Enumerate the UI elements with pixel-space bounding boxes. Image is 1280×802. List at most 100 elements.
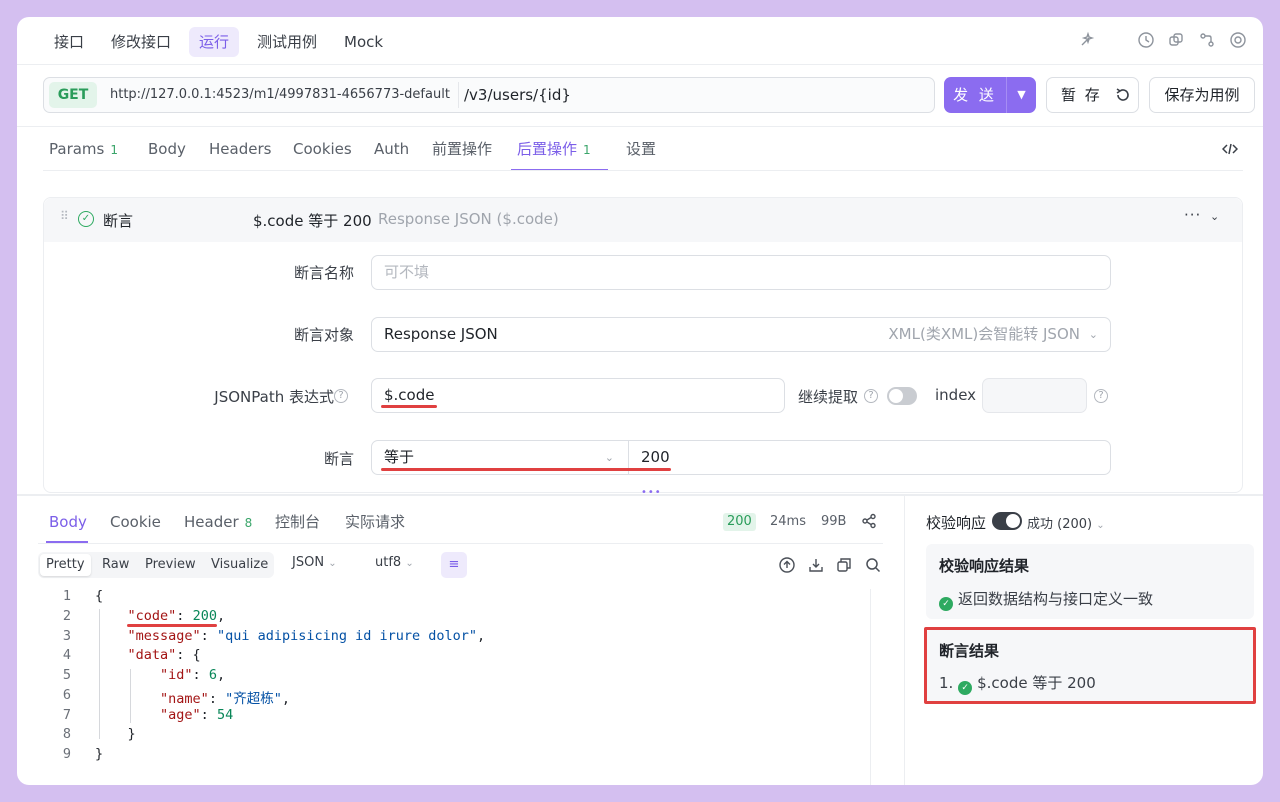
code-line: {	[95, 588, 104, 604]
urlbar-divider	[17, 126, 1263, 127]
chevron-down-icon: ⌄	[1088, 328, 1098, 341]
assertion-object-select[interactable]: Response JSON XML(类XML)会智能转 JSON ⌄	[371, 317, 1111, 352]
response-size: 99B	[821, 514, 847, 529]
view-mode-visualize[interactable]: Visualize	[205, 554, 274, 576]
settings-icon[interactable]	[1229, 31, 1247, 49]
response-tab-header-badge: 8	[244, 516, 253, 530]
enabled-check-icon[interactable]: ✓	[78, 211, 94, 227]
drag-handle-icon[interactable]: ⠿	[60, 210, 70, 228]
line-number: 4	[62, 647, 71, 663]
response-time: 24ms	[770, 514, 806, 529]
view-mode-raw[interactable]: Raw	[96, 554, 135, 576]
assertion-header[interactable]	[44, 198, 1242, 242]
copy-icon[interactable]	[836, 557, 852, 573]
side-panel-divider	[904, 496, 905, 785]
format-select[interactable]: JSON ⌄	[292, 555, 337, 570]
line-number: 1	[62, 588, 71, 604]
line-number: 9	[62, 746, 71, 762]
encoding-select[interactable]: utf8 ⌄	[375, 555, 414, 570]
encoding-value: utf8	[375, 555, 402, 570]
jsonpath-help-icon[interactable]: ?	[334, 388, 348, 404]
send-button-label[interactable]: 发 送	[944, 77, 1006, 113]
reset-icon[interactable]	[1114, 86, 1132, 104]
continue-extract-label: 继续提取	[798, 388, 859, 406]
assertion-title: 断言	[103, 212, 134, 230]
code-line: "age": 54	[160, 707, 234, 723]
response-tab-body[interactable]: Body	[49, 511, 87, 533]
resize-divider[interactable]	[17, 494, 1263, 496]
top-tab-interface[interactable]: 接口	[44, 27, 94, 57]
line-number: 3	[62, 628, 71, 644]
index-input[interactable]	[982, 378, 1087, 413]
toggle-knob	[1006, 514, 1020, 528]
code-icon[interactable]	[1221, 141, 1239, 157]
upload-icon[interactable]	[779, 557, 795, 573]
tab-post-operations-badge: 1	[583, 143, 591, 157]
magic-sparkle-icon[interactable]	[1078, 31, 1096, 49]
format-value: JSON	[292, 555, 325, 570]
resize-handle-icon[interactable]: •••	[641, 487, 662, 498]
toggle-knob	[889, 389, 903, 403]
validate-response-toggle[interactable]	[992, 512, 1022, 530]
wrap-lines-icon[interactable]: ≡	[441, 552, 467, 578]
tab-headers[interactable]: Headers	[209, 137, 271, 161]
collapse-chevron-icon[interactable]: ⌄	[1210, 210, 1219, 223]
validation-result-title: 校验响应结果	[939, 557, 1030, 575]
line-number: 7	[62, 707, 71, 723]
top-tab-test-cases[interactable]: 测试用例	[247, 27, 327, 57]
save-as-case-button[interactable]: 保存为用例	[1149, 77, 1255, 113]
validate-response-label: 校验响应	[926, 514, 987, 532]
response-tab-cookie[interactable]: Cookie	[110, 511, 161, 533]
base-url[interactable]: http://127.0.0.1:4523/m1/4997831-4656773…	[102, 82, 459, 108]
chevron-down-icon: ⌄	[1096, 520, 1105, 531]
index-help-icon[interactable]: ?	[1094, 388, 1108, 404]
line-number: 6	[62, 687, 71, 703]
view-mode-pretty[interactable]: Pretty	[40, 554, 91, 576]
share-link-icon[interactable]	[1167, 31, 1185, 49]
more-icon[interactable]: ···	[1184, 206, 1201, 224]
validate-status-select[interactable]: 成功 (200) ⌄	[1027, 513, 1105, 532]
path-input[interactable]: /v3/users/{id}	[464, 78, 571, 112]
tab-params-badge: 1	[110, 143, 118, 157]
download-icon[interactable]	[808, 557, 824, 573]
response-tab-header-label: Header	[184, 513, 239, 531]
view-mode-preview[interactable]: Preview	[139, 554, 202, 576]
flow-icon[interactable]	[1198, 31, 1216, 49]
assertion-object-hint: XML(类XML)会智能转 JSON	[888, 325, 1080, 343]
history-icon[interactable]	[1137, 31, 1155, 49]
assertion-panel: ⠿ ✓ 断言 $.code 等于 200 Response JSON ($.co…	[43, 197, 1243, 493]
response-tab-actual-request[interactable]: 实际请求	[345, 511, 405, 533]
expected-value-input[interactable]: 200	[628, 440, 1111, 475]
tab-post-operations[interactable]: 后置操作 1	[517, 137, 591, 161]
assertion-summary-target: Response JSON ($.code)	[378, 210, 559, 228]
scrollbar-track[interactable]	[870, 589, 871, 785]
tab-auth[interactable]: Auth	[374, 137, 409, 161]
status-code-badge: 200	[723, 513, 756, 531]
search-icon[interactable]	[865, 557, 881, 573]
validation-result-text: 返回数据结构与接口定义一致	[958, 590, 1154, 608]
top-tab-edit[interactable]: 修改接口	[101, 27, 181, 57]
tab-settings[interactable]: 设置	[626, 137, 656, 161]
url-bar[interactable]: GET http://127.0.0.1:4523/m1/4997831-465…	[43, 77, 935, 113]
tab-params[interactable]: Params 1	[49, 137, 118, 161]
response-tabs-divider	[38, 543, 883, 544]
response-tab-console[interactable]: 控制台	[275, 511, 320, 533]
index-label: index	[935, 386, 977, 404]
share-icon[interactable]	[861, 513, 877, 529]
assertion-object-label: 断言对象	[293, 326, 354, 344]
code-line: "code": 200,	[127, 608, 226, 624]
send-button[interactable]: 发 送 ▼	[944, 77, 1036, 113]
tab-body[interactable]: Body	[148, 137, 186, 161]
assertion-name-input[interactable]: 可不填	[371, 255, 1111, 290]
response-tab-header[interactable]: Header 8	[184, 511, 252, 533]
continue-help-icon[interactable]: ?	[864, 388, 878, 404]
continue-extract-toggle[interactable]	[887, 387, 917, 405]
tab-pre-operations[interactable]: 前置操作	[432, 137, 492, 161]
top-tab-mock[interactable]: Mock	[334, 27, 393, 57]
chevron-down-icon[interactable]: ▼	[1007, 77, 1036, 113]
top-tab-run[interactable]: 运行	[189, 27, 240, 57]
tab-cookies[interactable]: Cookies	[293, 137, 352, 161]
highlight-underline	[381, 468, 671, 471]
method-badge[interactable]: GET	[49, 82, 97, 108]
tab-post-operations-label: 后置操作	[517, 140, 578, 158]
